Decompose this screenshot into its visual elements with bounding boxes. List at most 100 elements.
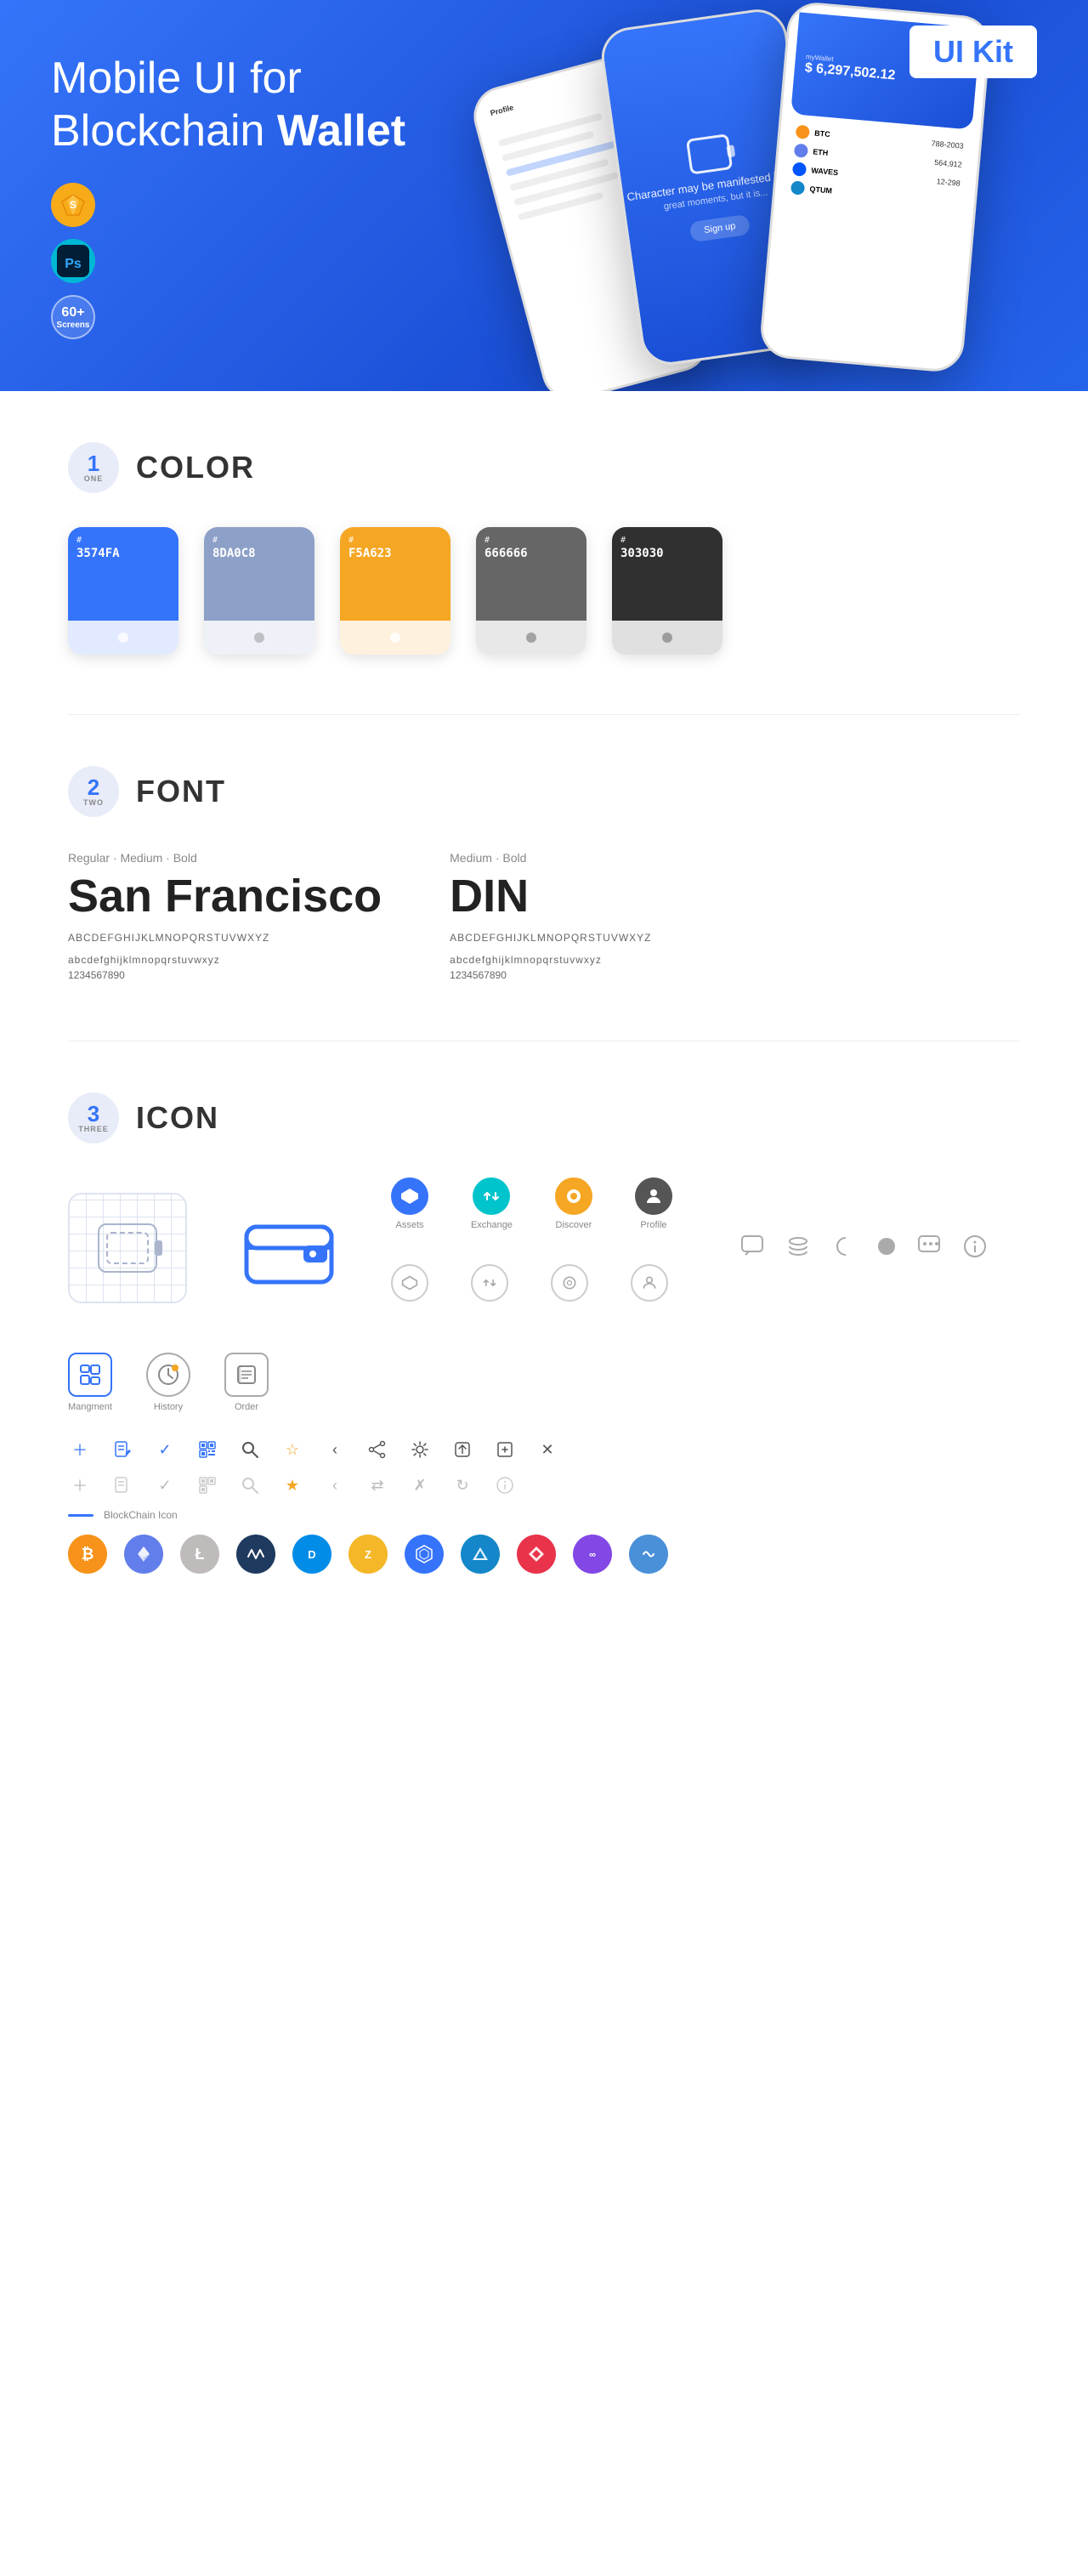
icon-section-number: 3 THREE	[68, 1092, 119, 1143]
svg-text:S: S	[70, 199, 76, 211]
refresh-icon-gray: ↻	[450, 1473, 474, 1497]
swatch-color-steel: # 8DA0C8	[204, 527, 314, 621]
swatch-gold: # F5A623	[340, 527, 450, 655]
color-swatches: # 3574FA # 8DA0C8 # F5A623	[68, 527, 1020, 655]
exchange-icon-circle	[473, 1177, 510, 1215]
color-section-header: 1 ONE COLOR	[68, 442, 1020, 493]
icon-assets-outline	[391, 1264, 428, 1302]
resize-icon	[493, 1438, 517, 1461]
swatch-dot-steel	[204, 621, 314, 655]
discover-outline-circle	[551, 1264, 588, 1302]
chat-icon	[740, 1233, 768, 1264]
svg-text:Ps: Ps	[65, 257, 82, 271]
info-icon	[961, 1233, 989, 1264]
swatch-dot-gray	[476, 621, 586, 655]
screens-badge: 60+ Screens	[51, 295, 95, 339]
ark-icon	[517, 1535, 556, 1574]
font-sf-col: Regular · Medium · Bold San Francisco AB…	[68, 851, 382, 981]
font-section: 2 TWO FONT Regular · Medium · Bold San F…	[68, 766, 1020, 981]
wallet-filled-icon	[221, 1189, 357, 1308]
assets-outline-circle	[391, 1264, 428, 1302]
order-icon	[224, 1353, 269, 1397]
crypto-icons-row: ₿ Ł	[68, 1535, 1020, 1574]
swatch-gray: # 666666	[476, 527, 586, 655]
plus-icon-gray: ＋	[68, 1473, 92, 1497]
swatch-color-gray: # 666666	[476, 527, 586, 621]
assets-icon-circle	[391, 1177, 428, 1215]
icon-grid-main: Assets Exchange	[68, 1177, 1020, 1319]
main-content: 1 ONE COLOR # 3574FA # 8DA0C8	[0, 391, 1088, 1684]
color-section-title: COLOR	[136, 450, 255, 485]
swatch-steel: # 8DA0C8	[204, 527, 314, 655]
discover-icon-circle	[555, 1177, 592, 1215]
font-section-header: 2 TWO FONT	[68, 766, 1020, 817]
bottom-nav-icons: Mangment History	[68, 1353, 1020, 1412]
nav-icons-block: Assets Exchange	[391, 1177, 672, 1319]
search-icon-gray	[238, 1473, 262, 1497]
bitcoin-icon: ₿	[68, 1535, 107, 1574]
nav-icon-row-top: Assets Exchange	[391, 1177, 672, 1230]
waves-icon	[236, 1535, 275, 1574]
upload-icon	[450, 1438, 474, 1461]
hero-text-block: Mobile UI for Blockchain Wallet S Ps 60+…	[51, 52, 476, 340]
tools-row-faded: ＋ ✓	[68, 1473, 1020, 1497]
message-icon	[917, 1233, 944, 1264]
svg-text:Z: Z	[365, 1548, 371, 1561]
profile-outline-circle	[631, 1264, 668, 1302]
close-icon: ✕	[536, 1438, 559, 1461]
icon-section-header: 3 THREE ICON	[68, 1092, 1020, 1143]
color-section: 1 ONE COLOR # 3574FA # 8DA0C8	[68, 442, 1020, 655]
hero-badges: S Ps 60+ Screens	[51, 183, 476, 339]
moon-icon	[829, 1233, 856, 1264]
misc-icons-block	[740, 1233, 989, 1264]
search-icon	[238, 1438, 262, 1461]
chevron-left-icon: ‹	[323, 1438, 347, 1461]
blockchain-label-row: BlockChain Icon	[68, 1509, 1020, 1521]
color-section-number: 1 ONE	[68, 442, 119, 493]
swatch-dot-gold	[340, 621, 450, 655]
font-section-title: FONT	[136, 774, 226, 809]
poly-icon	[629, 1535, 668, 1574]
x-icon-gray: ✗	[408, 1473, 432, 1497]
svg-text:D: D	[308, 1548, 315, 1561]
history-icon	[146, 1353, 190, 1397]
icon-mangment: Mangment	[68, 1353, 112, 1412]
qr-icon-gray	[196, 1473, 219, 1497]
icon-section-title: ICON	[136, 1100, 219, 1136]
wallet-blueprint-icon	[68, 1193, 187, 1303]
chevron-left-icon-gray: ‹	[323, 1473, 347, 1497]
nav-icon-row-outline	[391, 1264, 672, 1302]
divider-1	[68, 714, 1020, 715]
check-icon-gray: ✓	[153, 1473, 177, 1497]
stack-icon	[785, 1233, 812, 1264]
svg-text:Ł: Ł	[196, 1546, 205, 1563]
swatch-color-gold: # F5A623	[340, 527, 450, 621]
icon-section: 3 THREE ICON	[68, 1092, 1020, 1574]
profile-icon-circle	[635, 1177, 672, 1215]
font-din-col: Medium · Bold DIN ABCDEFGHIJKLMNOPQRSTUV…	[450, 851, 651, 981]
icon-exchange-outline	[471, 1264, 508, 1302]
ps-badge: Ps	[51, 239, 95, 283]
star-icon-gold: ★	[280, 1473, 304, 1497]
ui-kit-badge: UI Kit	[910, 26, 1037, 78]
hero-title: Mobile UI for Blockchain Wallet	[51, 52, 476, 158]
exchange-outline-circle	[471, 1264, 508, 1302]
grid-icon	[405, 1535, 444, 1574]
share-icon	[366, 1438, 389, 1461]
dash-icon: D	[292, 1535, 332, 1574]
matic-icon: ∞	[573, 1535, 612, 1574]
edit-doc-icon	[110, 1438, 134, 1461]
swatch-dot-blue	[68, 621, 178, 655]
stratis-icon	[461, 1535, 500, 1574]
icon-history: History	[146, 1353, 190, 1412]
dot-icon	[873, 1233, 900, 1264]
swatch-dark: # 303030	[612, 527, 722, 655]
hero-section: Mobile UI for Blockchain Wallet S Ps 60+…	[0, 0, 1088, 391]
qr-icon	[196, 1438, 219, 1461]
font-section-number: 2 TWO	[68, 766, 119, 817]
svg-text:∞: ∞	[589, 1550, 596, 1560]
icon-profile-outline	[631, 1264, 668, 1302]
font-grid: Regular · Medium · Bold San Francisco AB…	[68, 851, 1020, 981]
ethereum-icon	[124, 1535, 163, 1574]
tools-row-colored: ＋ ✓	[68, 1438, 1020, 1461]
